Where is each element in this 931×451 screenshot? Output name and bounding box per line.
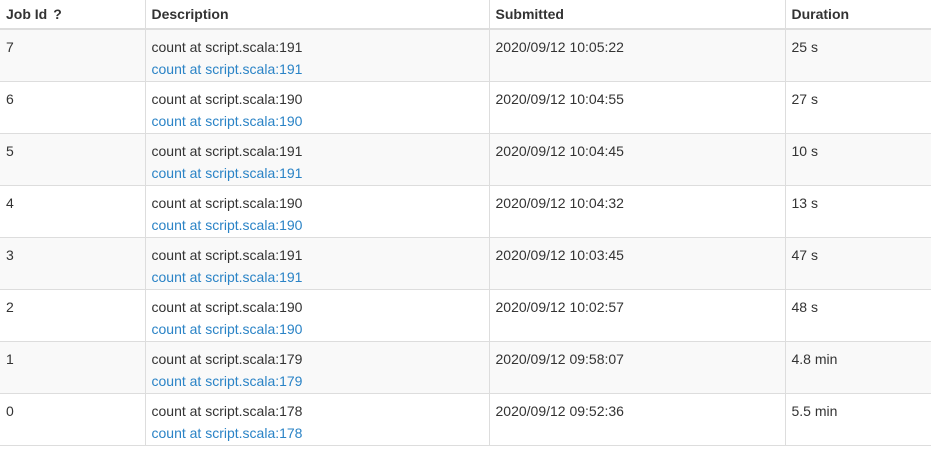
table-row: 3 count at script.scala:191 count at scri… [0, 236, 931, 290]
job-description-link[interactable]: count at script.scala:178 [152, 422, 489, 444]
job-description-link[interactable]: count at script.scala:179 [152, 370, 489, 392]
duration-cell: 5.5 min [784, 392, 931, 446]
job-id-cell: 0 [0, 392, 146, 446]
submitted-cell: 2020/09/12 10:04:32 [488, 184, 786, 238]
jobs-table-body: 7 count at script.scala:191 count at scri… [0, 28, 931, 446]
job-id-help-icon[interactable]: ? [53, 6, 62, 22]
duration-cell: 25 s [784, 28, 931, 82]
job-description: count at script.scala:190 [151, 194, 303, 211]
job-id-cell: 2 [0, 288, 146, 342]
jobs-table: Job Id? Description Submitted Duration 7… [0, 0, 931, 446]
table-row: 0 count at script.scala:178 count at scri… [0, 392, 931, 446]
description-cell: count at script.scala:190 count at script… [144, 80, 490, 134]
job-description: count at script.scala:191 [151, 246, 303, 263]
column-header-job-id[interactable]: Job Id? [0, 0, 146, 30]
duration-cell: 10 s [784, 132, 931, 186]
submitted-cell: 2020/09/12 10:05:22 [488, 28, 786, 82]
duration-cell: 4.8 min [784, 340, 931, 394]
submitted-cell: 2020/09/12 09:58:07 [488, 340, 786, 394]
column-header-job-id-label: Job Id [6, 6, 48, 22]
column-header-duration[interactable]: Duration [784, 0, 931, 30]
description-cell: count at script.scala:191 count at script… [144, 28, 490, 82]
description-cell: count at script.scala:178 count at script… [144, 392, 490, 446]
jobs-table-header: Job Id? Description Submitted Duration [0, 0, 931, 30]
job-id-cell: 4 [0, 184, 146, 238]
column-header-description[interactable]: Description [144, 0, 490, 30]
job-id-cell: 5 [0, 132, 146, 186]
submitted-cell: 2020/09/12 10:03:45 [488, 236, 786, 290]
job-description-link[interactable]: count at script.scala:191 [152, 58, 489, 80]
submitted-cell: 2020/09/12 10:02:57 [488, 288, 786, 342]
job-description: count at script.scala:179 [151, 350, 303, 367]
job-description-link[interactable]: count at script.scala:190 [152, 214, 489, 236]
job-id-cell: 3 [0, 236, 146, 290]
table-row: 7 count at script.scala:191 count at scri… [0, 28, 931, 82]
job-description: count at script.scala:190 [151, 90, 303, 107]
table-row: 6 count at script.scala:190 count at scri… [0, 80, 931, 134]
job-description: count at script.scala:190 [151, 298, 303, 315]
description-cell: count at script.scala:191 count at script… [144, 236, 490, 290]
duration-cell: 13 s [784, 184, 931, 238]
job-id-cell: 1 [0, 340, 146, 394]
description-cell: count at script.scala:191 count at script… [144, 132, 490, 186]
submitted-cell: 2020/09/12 10:04:45 [488, 132, 786, 186]
table-row: 4 count at script.scala:190 count at scri… [0, 184, 931, 238]
column-header-submitted[interactable]: Submitted [488, 0, 786, 30]
job-description: count at script.scala:178 [151, 402, 303, 419]
job-id-cell: 7 [0, 28, 146, 82]
table-row: 5 count at script.scala:191 count at scri… [0, 132, 931, 186]
duration-cell: 27 s [784, 80, 931, 134]
submitted-cell: 2020/09/12 10:04:55 [488, 80, 786, 134]
job-description-link[interactable]: count at script.scala:191 [152, 266, 489, 288]
job-description: count at script.scala:191 [151, 39, 303, 55]
job-description-link[interactable]: count at script.scala:191 [152, 162, 489, 184]
submitted-cell: 2020/09/12 09:52:36 [488, 392, 786, 446]
description-cell: count at script.scala:179 count at script… [144, 340, 490, 394]
description-cell: count at script.scala:190 count at script… [144, 288, 490, 342]
job-id-cell: 6 [0, 80, 146, 134]
duration-cell: 47 s [784, 236, 931, 290]
job-description: count at script.scala:191 [151, 142, 303, 159]
duration-cell: 48 s [784, 288, 931, 342]
description-cell: count at script.scala:190 count at script… [144, 184, 490, 238]
job-description-link[interactable]: count at script.scala:190 [152, 318, 489, 340]
header-row: Job Id? Description Submitted Duration [0, 0, 931, 30]
table-row: 2 count at script.scala:190 count at scri… [0, 288, 931, 342]
job-description-link[interactable]: count at script.scala:190 [152, 110, 489, 132]
table-row: 1 count at script.scala:179 count at scri… [0, 340, 931, 394]
